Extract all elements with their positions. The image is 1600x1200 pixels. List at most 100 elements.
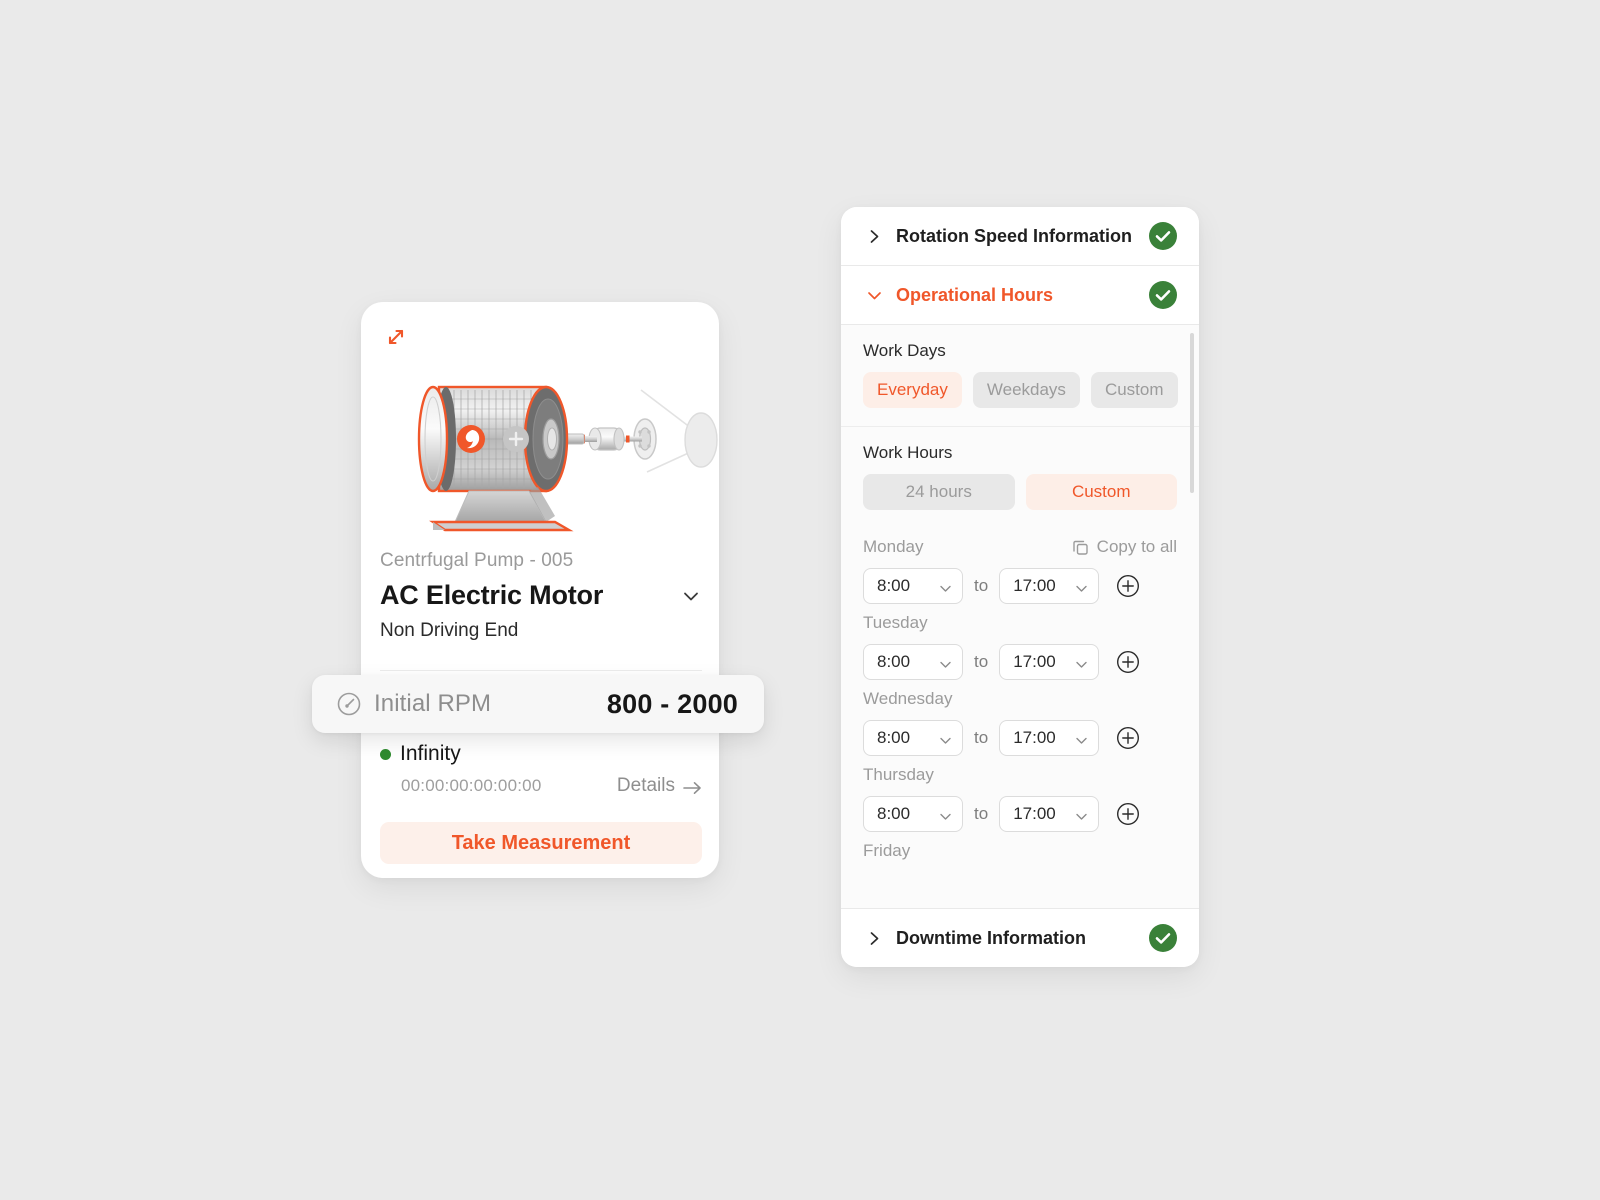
- asset-status-area: Infinity 00:00:00:00:00:00 Details: [380, 742, 702, 797]
- chevron-down-icon: [1075, 732, 1088, 745]
- day-head: Wednesday: [863, 684, 1177, 714]
- day-row-wednesday: Wednesday 8:00 to 17:00: [841, 684, 1199, 756]
- asset-location: Non Driving End: [380, 620, 519, 641]
- end-time-value: 17:00: [1013, 652, 1056, 671]
- section-title: Downtime Information: [896, 927, 1086, 948]
- check-circle-icon: [1149, 924, 1177, 952]
- end-time-select[interactable]: 17:00: [999, 644, 1100, 680]
- time-row: 8:00 to 17:00: [863, 720, 1177, 756]
- end-time-value: 17:00: [1013, 804, 1056, 823]
- section-header-downtime[interactable]: Downtime Information: [841, 908, 1199, 967]
- rpm-left: Initial RPM: [336, 690, 607, 718]
- work-days-label: Work Days: [863, 341, 946, 360]
- chevron-down-icon: [939, 580, 952, 593]
- work-hours-option-custom[interactable]: Custom: [1025, 474, 1177, 510]
- check-circle-icon: [1149, 281, 1177, 309]
- chevron-down-icon: [1075, 808, 1088, 821]
- start-time-value: 8:00: [877, 652, 911, 671]
- time-row: 8:00 to 17:00: [863, 796, 1177, 832]
- rpm-label: Initial RPM: [374, 690, 492, 717]
- operational-hours-body: Work Days Everyday Weekdays Custom Work …: [841, 325, 1199, 908]
- asset-info: Centrfugal Pump - 005 AC Electric Motor …: [380, 548, 702, 644]
- copy-to-all-button[interactable]: Copy to all: [1072, 537, 1177, 557]
- work-days-option-everyday[interactable]: Everyday: [863, 372, 962, 408]
- work-hours-field: Work Hours 24 hours Custom: [841, 427, 1199, 528]
- start-time-value: 8:00: [877, 728, 911, 747]
- rpm-value: 800 - 2000: [606, 688, 738, 719]
- to-label: to: [974, 804, 989, 823]
- panel-scrollbar[interactable]: [1190, 333, 1194, 493]
- check-circle-icon: [1149, 222, 1177, 250]
- chevron-down-icon: [939, 732, 952, 745]
- to-label: to: [974, 728, 989, 747]
- work-hours-option-24-hours[interactable]: 24 hours: [863, 474, 1015, 510]
- chevron-right-icon: [867, 931, 882, 946]
- day-label: Thursday: [863, 765, 934, 784]
- take-measurement-button[interactable]: Take Measurement: [380, 822, 702, 864]
- day-row-thursday: Thursday 8:00 to 17:00: [841, 760, 1199, 832]
- section-header-rotation-speed[interactable]: Rotation Speed Information: [841, 207, 1199, 266]
- card-divider: [380, 670, 702, 671]
- screen: Centrfugal Pump - 005 AC Electric Motor …: [0, 0, 1600, 1200]
- day-label: Tuesday: [863, 613, 928, 632]
- chevron-right-icon: [867, 229, 882, 244]
- start-time-value: 8:00: [877, 576, 911, 595]
- day-head: Tuesday: [863, 608, 1177, 638]
- gauge-icon: [336, 691, 362, 717]
- status-dot-icon: [380, 748, 391, 760]
- status-name: Infinity: [400, 742, 461, 765]
- day-label: Monday: [863, 537, 924, 556]
- section-title: Rotation Speed Information: [896, 225, 1132, 246]
- time-row: 8:00 to 17:00: [863, 568, 1177, 604]
- chevron-down-icon: [939, 656, 952, 669]
- arrow-right-icon: [683, 779, 702, 794]
- copy-to-all-label: Copy to all: [1096, 537, 1177, 556]
- start-time-select[interactable]: 8:00: [863, 644, 963, 680]
- asset-parent-name: Centrfugal Pump - 005: [380, 550, 574, 571]
- section-header-operational-hours[interactable]: Operational Hours: [841, 266, 1199, 325]
- work-days-field: Work Days Everyday Weekdays Custom: [841, 325, 1199, 427]
- day-head: Friday: [863, 836, 1177, 866]
- details-label: Details: [616, 775, 675, 796]
- status-badge: Infinity: [380, 742, 702, 766]
- work-days-option-custom[interactable]: Custom: [1090, 372, 1178, 408]
- add-time-range-button[interactable]: [1116, 574, 1140, 598]
- start-time-select[interactable]: 8:00: [863, 568, 963, 604]
- day-label: Friday: [863, 841, 911, 860]
- to-label: to: [974, 576, 989, 595]
- to-label: to: [974, 652, 989, 671]
- chevron-down-icon: [939, 808, 952, 821]
- device-address: 00:00:00:00:00:00: [401, 776, 542, 795]
- end-time-select[interactable]: 17:00: [999, 796, 1100, 832]
- day-head: Thursday: [863, 760, 1177, 790]
- copy-icon: [1072, 539, 1089, 556]
- day-row-friday: Friday: [841, 836, 1199, 866]
- work-hours-segmented-control: 24 hours Custom: [863, 474, 1177, 510]
- expand-arrows-icon[interactable]: [379, 320, 413, 354]
- day-head: Monday Copy to all: [863, 532, 1177, 562]
- details-link[interactable]: Details: [617, 775, 702, 797]
- status-sub-row: 00:00:00:00:00:00 Details: [380, 775, 702, 797]
- initial-rpm-strip[interactable]: Initial RPM 800 - 2000: [312, 675, 764, 733]
- time-row: 8:00 to 17:00: [863, 644, 1177, 680]
- end-time-select[interactable]: 17:00: [999, 720, 1100, 756]
- work-hours-label: Work Hours: [863, 443, 953, 462]
- day-row-tuesday: Tuesday 8:00 to 17:00: [841, 608, 1199, 680]
- page-title: AC Electric Motor: [380, 580, 604, 610]
- start-time-value: 8:00: [877, 804, 911, 823]
- asset-title-row: AC Electric Motor: [380, 580, 702, 611]
- start-time-select[interactable]: 8:00: [863, 720, 963, 756]
- work-days-option-weekdays[interactable]: Weekdays: [972, 372, 1080, 408]
- start-time-select[interactable]: 8:00: [863, 796, 963, 832]
- add-time-range-button[interactable]: [1116, 650, 1140, 674]
- add-time-range-button[interactable]: [1116, 802, 1140, 826]
- end-time-value: 17:00: [1013, 728, 1056, 747]
- chevron-down-icon: [867, 288, 882, 303]
- work-days-segmented-control: Everyday Weekdays Custom: [863, 372, 1178, 408]
- chevron-down-icon[interactable]: [680, 585, 702, 607]
- end-time-select[interactable]: 17:00: [999, 568, 1100, 604]
- day-row-monday: Monday Copy to all 8:00 to 17:00: [841, 532, 1199, 604]
- chevron-down-icon: [1075, 656, 1088, 669]
- add-time-range-button[interactable]: [1116, 726, 1140, 750]
- asset-card: Centrfugal Pump - 005 AC Electric Motor …: [361, 302, 719, 878]
